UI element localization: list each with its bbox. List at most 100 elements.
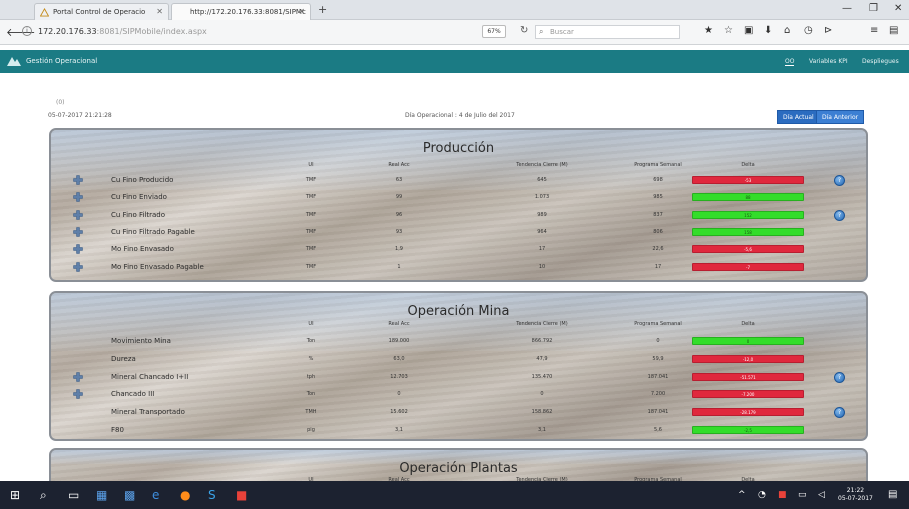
column-header-tendencia: Tendencia Cierre (M): [516, 162, 568, 168]
browser-tab-strip: Portal Control de Operacio ✕ http://172.…: [0, 0, 909, 20]
nav-variables-kpi[interactable]: Variables KPI: [809, 58, 848, 65]
expand-cross-icon[interactable]: [73, 389, 83, 400]
cell-ui: Ton: [306, 391, 316, 398]
bookmark-star-icon[interactable]: ★: [704, 25, 713, 36]
delta-bar: 88: [692, 193, 804, 202]
logo-icon: [7, 57, 21, 66]
search-input[interactable]: ⌕ Buscar: [535, 25, 680, 39]
delta-bar: -5,6: [692, 245, 804, 254]
star-outline-icon[interactable]: ☆: [724, 25, 733, 36]
clock-time: 21:22: [846, 487, 865, 494]
cell-tendencia: 866.792: [531, 338, 553, 344]
expand-cross-icon[interactable]: [73, 261, 83, 272]
search-icon: ⌕: [539, 27, 544, 36]
cell-real: 0: [397, 391, 401, 398]
info-icon[interactable]: ?: [834, 407, 845, 419]
expand-cross-icon[interactable]: [73, 227, 83, 237]
history-icon[interactable]: ◷: [804, 25, 813, 36]
zoom-level[interactable]: 67%: [482, 25, 506, 38]
expand-cross-icon[interactable]: [73, 244, 83, 254]
task-view-icon[interactable]: ▭: [68, 488, 79, 502]
close-icon[interactable]: ✕: [298, 7, 305, 16]
expand-cross-icon[interactable]: [73, 175, 83, 185]
expand-cross-icon[interactable]: [73, 192, 83, 203]
cell-ui: TMF: [305, 246, 317, 253]
row-label: Dureza: [111, 354, 136, 363]
network-icon[interactable]: ◔: [758, 490, 766, 500]
cell-programa: 187.041: [647, 409, 669, 416]
tab-portal-control[interactable]: Portal Control de Operacio ✕: [34, 3, 169, 20]
new-tab-button[interactable]: +: [318, 3, 327, 16]
row-label: Chancado III: [111, 390, 155, 399]
tab-label: http://172.20.176.33:8081/SIPMc: [190, 8, 306, 16]
reload-icon[interactable]: ↻: [520, 25, 528, 36]
column-header-real: Real Acc: [388, 162, 410, 168]
skype-icon[interactable]: S: [208, 488, 216, 502]
day-actual-button[interactable]: Día Actual: [777, 110, 820, 124]
notifications-icon[interactable]: ▤: [888, 489, 897, 500]
nav-despliegues[interactable]: Despliegues: [862, 58, 899, 65]
url-host: 172.20.176.33: [38, 27, 97, 36]
cell-real: 63,0: [393, 355, 405, 362]
store-icon[interactable]: ▩: [124, 488, 135, 502]
delta-bar: -28.179: [692, 408, 804, 417]
tray-app-icon[interactable]: ■: [778, 490, 787, 500]
app-red-icon[interactable]: ■: [236, 488, 247, 502]
edge-browser-icon[interactable]: e: [152, 488, 159, 502]
close-window-icon[interactable]: ✕: [894, 3, 902, 14]
delta-bar: -51.571: [692, 372, 804, 381]
download-icon[interactable]: ⬇: [764, 25, 772, 36]
tab-label: Portal Control de Operacio: [53, 8, 146, 16]
day-anterior-button[interactable]: Día Anterior: [816, 110, 865, 124]
cell-real: 12.703: [390, 373, 408, 380]
home-icon[interactable]: ⌂: [784, 25, 790, 36]
column-header-real: Real Acc: [388, 477, 410, 483]
clipboard-icon[interactable]: ▣: [744, 25, 753, 36]
expand-cross-icon[interactable]: [73, 371, 83, 382]
cell-programa: 0: [656, 338, 660, 344]
info-icon[interactable]: i: [22, 26, 32, 36]
address-bar[interactable]: 172.20.176.33:8081/SIPMobile/index.aspx: [38, 27, 207, 36]
cell-tendencia: 1.073: [534, 194, 550, 201]
cell-tendencia: 964: [537, 228, 547, 235]
row-label: Movimiento Mina: [111, 337, 171, 345]
cell-tendencia: 135.470: [531, 373, 553, 380]
cell-programa: 837: [653, 211, 663, 218]
warning-icon: [40, 8, 49, 17]
volume-icon[interactable]: ◁: [818, 490, 825, 500]
panel-title: Operación Plantas: [399, 461, 518, 476]
tray-up-icon[interactable]: ^: [738, 490, 746, 500]
info-icon[interactable]: ?: [834, 371, 845, 383]
column-header-ui: UI: [308, 162, 314, 168]
tab-sipm[interactable]: http://172.20.176.33:8081/SIPMc ✕: [171, 3, 311, 20]
menu-icon[interactable]: ≡: [870, 25, 878, 36]
cell-ui: pig: [307, 427, 315, 433]
cell-programa: 17: [654, 263, 662, 270]
file-explorer-icon[interactable]: ▦: [96, 488, 107, 502]
row-label: Mo Fino Envasado: [111, 245, 174, 254]
maximize-icon[interactable]: ❐: [869, 3, 878, 14]
row-label: Cu Fino Producido: [111, 176, 174, 184]
extension-icon[interactable]: ⊳: [824, 25, 832, 36]
windows-start-icon[interactable]: ⊞: [10, 488, 20, 502]
monitor-icon[interactable]: ▭: [798, 490, 807, 500]
row-label: Mineral Chancado I+II: [111, 372, 189, 381]
clock[interactable]: 21:22 05-07-2017: [838, 487, 873, 503]
minimize-icon[interactable]: —: [842, 3, 852, 14]
column-header-delta: Delta: [741, 162, 755, 168]
sidebar-icon[interactable]: ▤: [889, 25, 898, 36]
expand-cross-icon[interactable]: [73, 209, 83, 220]
cell-tendencia: 10: [538, 263, 546, 270]
panel-title: Producción: [422, 141, 495, 156]
cell-real: 15.602: [390, 409, 408, 416]
firefox-icon[interactable]: ●: [180, 488, 190, 502]
search-icon[interactable]: ⌕: [40, 488, 47, 503]
info-icon[interactable]: ?: [834, 175, 845, 186]
nav-oo[interactable]: OO: [785, 58, 795, 66]
app-title[interactable]: Gestión Operacional: [26, 57, 97, 65]
info-icon[interactable]: ?: [834, 209, 845, 221]
column-header-tendencia: Tendencia Cierre (M): [516, 477, 568, 483]
cell-tendencia: 47,9: [536, 355, 548, 362]
close-icon[interactable]: ✕: [156, 7, 163, 16]
column-header-tendencia: Tendencia Cierre (M): [516, 321, 568, 327]
